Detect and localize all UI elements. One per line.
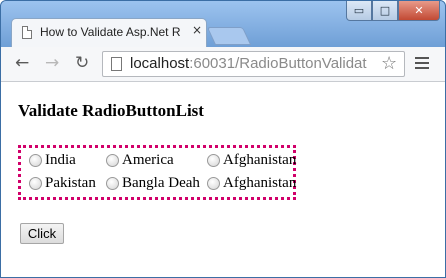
browser-window: How to Validate Asp.Net R × ▭ □ ✕ ← → ↻ …	[0, 0, 446, 278]
menu-icon[interactable]	[415, 57, 429, 72]
browser-toolbar: ← → ↻ localhost:60031/RadioButtonValidat…	[1, 47, 445, 82]
close-window-button[interactable]: ✕	[398, 1, 440, 21]
page-icon	[111, 57, 122, 71]
url-host: localhost	[130, 55, 190, 72]
radio-label[interactable]: Pakistan	[45, 175, 96, 192]
radio-button[interactable]	[207, 154, 220, 167]
radio-button[interactable]	[29, 154, 42, 167]
browser-tab[interactable]: How to Validate Asp.Net R ×	[11, 18, 207, 47]
page-heading: Validate RadioButtonList	[18, 101, 204, 120]
radio-label[interactable]: Afghanistan	[223, 175, 296, 192]
reload-icon[interactable]: ↻	[75, 53, 89, 73]
url-path: :60031/RadioButtonValidat	[189, 55, 367, 72]
minimize-button[interactable]: ▭	[346, 1, 372, 21]
back-arrow-icon[interactable]: ←	[15, 53, 29, 73]
address-bar[interactable]: localhost:60031/RadioButtonValidat ☆	[102, 51, 405, 77]
star-icon[interactable]: ☆	[381, 53, 397, 74]
click-button[interactable]: Click	[20, 223, 64, 244]
radio-button[interactable]	[106, 154, 119, 167]
url-text[interactable]: localhost:60031/RadioButtonValidat	[130, 55, 376, 72]
forward-arrow-icon[interactable]: →	[45, 53, 59, 73]
radio-label[interactable]: America	[122, 152, 174, 169]
maximize-button[interactable]: □	[372, 1, 398, 21]
page-icon	[22, 26, 32, 39]
title-bar: How to Validate Asp.Net R × ▭ □ ✕	[1, 1, 445, 47]
new-tab-button[interactable]	[206, 27, 252, 45]
page-content: Validate RadioButtonList India America A…	[1, 82, 445, 277]
radio-button[interactable]	[106, 177, 119, 190]
close-icon[interactable]: ×	[192, 23, 202, 37]
radio-button-list: India America Afghanistan Pakistan Bangl…	[18, 145, 296, 200]
radio-label[interactable]: India	[45, 152, 76, 169]
radio-button[interactable]	[207, 177, 220, 190]
radio-button[interactable]	[29, 177, 42, 190]
radio-label[interactable]: Afghanistan	[223, 152, 296, 169]
tab-title: How to Validate Asp.Net R	[40, 25, 181, 39]
radio-label[interactable]: Bangla Deah	[122, 175, 200, 192]
window-controls: ▭ □ ✕	[346, 1, 440, 21]
